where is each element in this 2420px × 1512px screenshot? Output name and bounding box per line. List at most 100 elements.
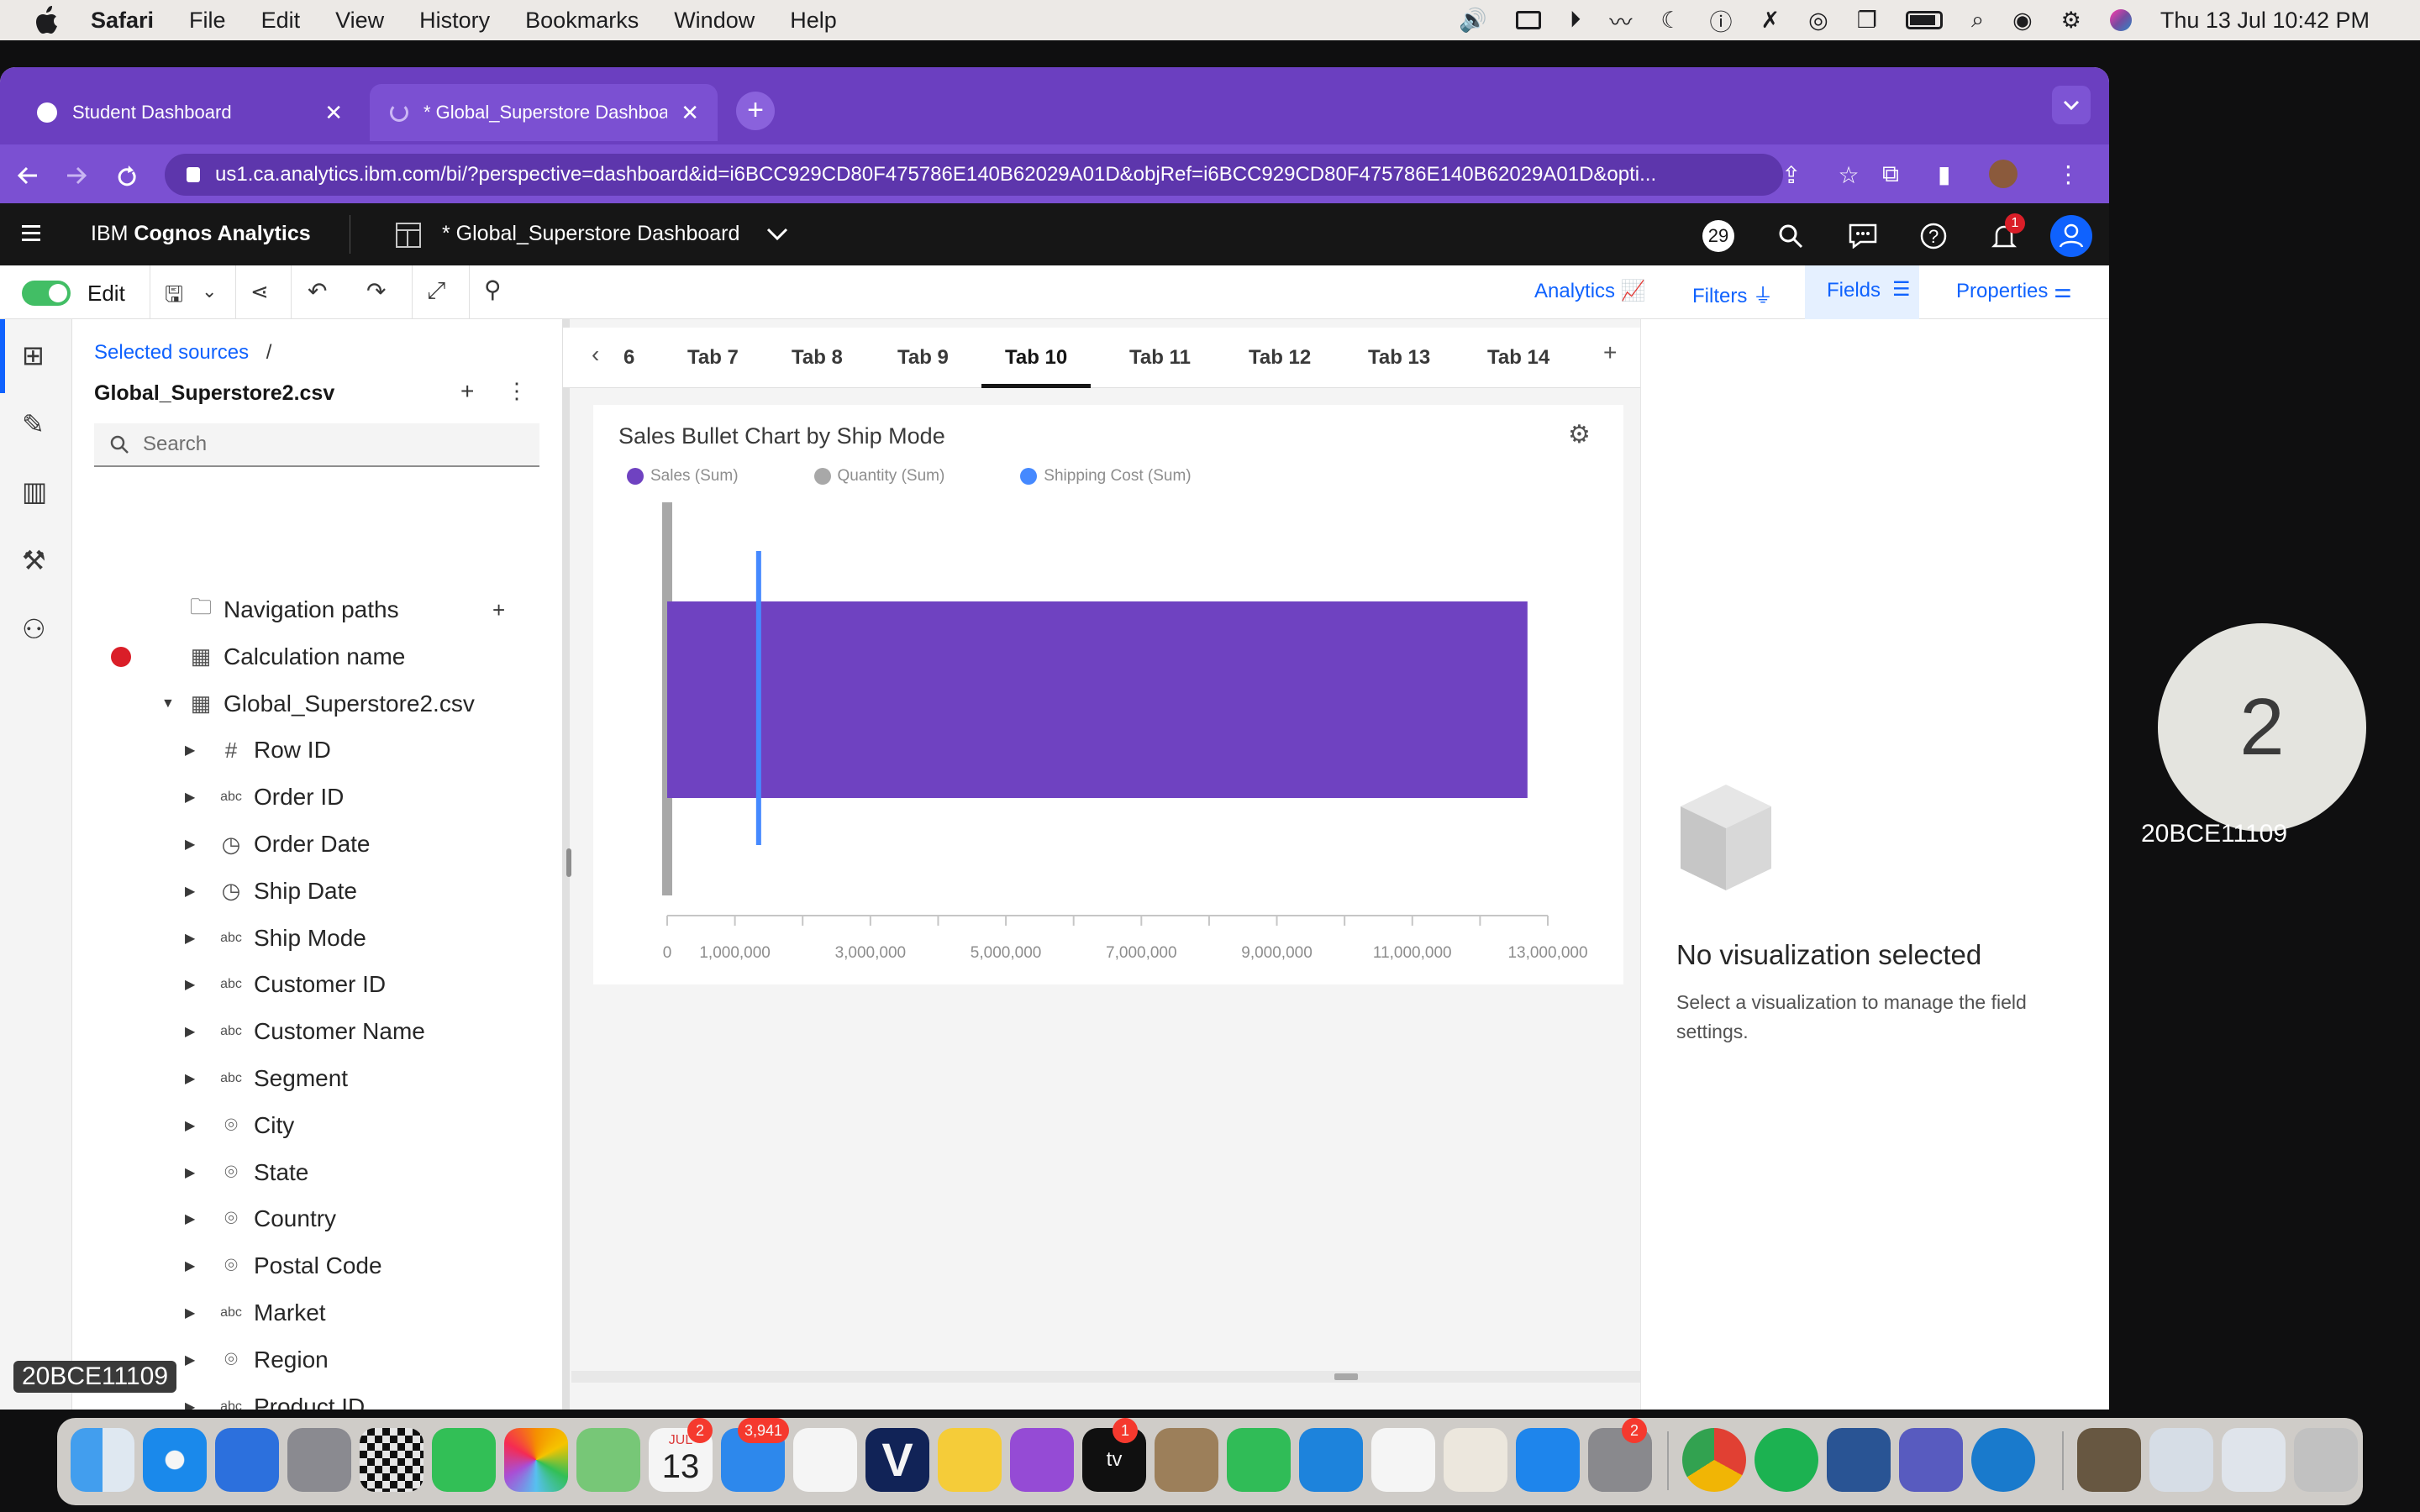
- trash-icon[interactable]: [2294, 1428, 2358, 1492]
- reminders-icon[interactable]: [793, 1428, 857, 1492]
- visualizations-icon[interactable]: ▥: [22, 475, 47, 507]
- spotify-icon[interactable]: [1754, 1428, 1818, 1492]
- pages-icon[interactable]: [1444, 1428, 1507, 1492]
- volume-icon[interactable]: 🔊: [1459, 7, 1487, 34]
- product-title[interactable]: IBM Cognos Analytics: [91, 222, 311, 246]
- menu-app-name[interactable]: Safari: [91, 8, 154, 34]
- play-icon[interactable]: ⏵: [1570, 7, 1581, 34]
- clock[interactable]: Thu 13 Jul 10:42 PM: [2160, 8, 2370, 34]
- tree-item[interactable]: ▦ Calculation name: [72, 633, 563, 680]
- caret-right-icon[interactable]: ▶: [185, 976, 195, 993]
- caret-right-icon[interactable]: ▶: [185, 789, 195, 806]
- user-icon[interactable]: ◉: [2012, 8, 2033, 34]
- fullscreen-icon[interactable]: ⤢: [427, 277, 445, 305]
- overflow-menu-icon[interactable]: ⋮: [506, 378, 528, 404]
- bookmark-star-icon[interactable]: ☆: [1838, 161, 1859, 189]
- tree-item[interactable]: ▶ ◷ Ship Date: [72, 868, 563, 915]
- caret-right-icon[interactable]: ▶: [185, 883, 195, 900]
- legend-item[interactable]: Shipping Cost (Sum): [1020, 464, 1192, 489]
- facetime-icon[interactable]: [1227, 1428, 1291, 1492]
- search-input[interactable]: Search: [94, 423, 539, 467]
- keynote-icon[interactable]: [1299, 1428, 1363, 1492]
- settings-icon[interactable]: ⚙: [1568, 420, 1591, 449]
- caret-right-icon[interactable]: ▶: [185, 1023, 195, 1040]
- close-icon[interactable]: ✕: [324, 100, 343, 126]
- caret-right-icon[interactable]: ▶: [185, 1399, 195, 1410]
- caret-right-icon[interactable]: ▶: [185, 1210, 195, 1227]
- maps-icon[interactable]: [576, 1428, 640, 1492]
- share-icon[interactable]: ⋖: [250, 279, 269, 305]
- vpn-icon[interactable]: V: [865, 1428, 929, 1492]
- windows-icon[interactable]: ❐: [1857, 8, 1877, 34]
- tree-item[interactable]: ▶ ◷ Order Date: [72, 821, 563, 868]
- chevron-down-icon[interactable]: [765, 225, 790, 244]
- caret-down-icon[interactable]: ▼: [161, 696, 175, 711]
- hamburger-icon[interactable]: [22, 223, 44, 244]
- accessibility-icon[interactable]: ⓘ: [1710, 4, 1733, 37]
- sources-icon[interactable]: ⊞: [22, 339, 45, 371]
- assistant-icon[interactable]: ⚇: [22, 613, 46, 645]
- caret-right-icon[interactable]: ▶: [185, 1117, 195, 1134]
- activity-icon[interactable]: 〰: [1609, 4, 1632, 37]
- dashboard-tab[interactable]: Tab 13: [1368, 328, 1430, 388]
- search-icon[interactable]: [1778, 223, 1803, 249]
- finder-icon[interactable]: [71, 1428, 134, 1492]
- screenshot-thumb-icon[interactable]: [2222, 1428, 2286, 1492]
- tree-item[interactable]: ▶ # Row ID: [72, 727, 563, 774]
- bluetooth-icon[interactable]: ✗: [1761, 8, 1781, 34]
- safari-icon[interactable]: [143, 1428, 207, 1492]
- siri-icon[interactable]: [2109, 9, 2132, 31]
- profile-avatar[interactable]: [1989, 160, 2018, 188]
- caret-right-icon[interactable]: ▶: [185, 1305, 195, 1321]
- analytics-button[interactable]: Analytics 📈: [1534, 279, 1646, 303]
- document-title[interactable]: * Global_Superstore Dashboard: [442, 222, 739, 246]
- menu-history[interactable]: History: [419, 8, 490, 34]
- messages-icon[interactable]: [432, 1428, 496, 1492]
- word-icon[interactable]: [1827, 1428, 1891, 1492]
- control-center-icon[interactable]: ⚙: [2061, 8, 2081, 34]
- caret-right-icon[interactable]: ▶: [185, 1164, 195, 1181]
- save-icon[interactable]: 🖫: [165, 279, 183, 316]
- tab-list-button[interactable]: [2052, 86, 2091, 124]
- chevron-down-icon[interactable]: ⌄: [202, 281, 217, 302]
- caret-right-icon[interactable]: ▶: [185, 1070, 195, 1087]
- chevron-left-icon[interactable]: ‹: [592, 341, 599, 368]
- tree-item[interactable]: ▶ abc Order ID: [72, 774, 563, 821]
- pin-icon[interactable]: ✎: [22, 408, 45, 440]
- dashboard-tab[interactable]: Tab 11: [1129, 328, 1191, 388]
- chart-widget[interactable]: Sales Bullet Chart by Ship Mode ⚙ Sales …: [593, 405, 1623, 984]
- user-avatar[interactable]: [2050, 215, 2092, 257]
- caret-right-icon[interactable]: ▶: [185, 1352, 195, 1368]
- fields-button[interactable]: Fields ☰: [1805, 265, 1919, 319]
- tree-item[interactable]: ▶ ⌾ Postal Code: [72, 1242, 563, 1289]
- caret-right-icon[interactable]: ▶: [185, 1257, 195, 1274]
- tree-item[interactable]: ▶ abc Market: [72, 1289, 563, 1336]
- tree-item[interactable]: ▶ abc Segment: [72, 1055, 563, 1102]
- menu-help[interactable]: Help: [790, 8, 837, 34]
- chrome-icon[interactable]: [1682, 1428, 1746, 1492]
- caret-right-icon[interactable]: ▶: [185, 742, 195, 759]
- add-icon[interactable]: +: [460, 378, 474, 405]
- share-icon[interactable]: ⇪: [1781, 161, 1801, 189]
- widgets-icon[interactable]: ⚒: [22, 544, 46, 576]
- spotlight-icon[interactable]: ⌕: [1971, 7, 1984, 34]
- connection-icon[interactable]: ⚲: [484, 276, 502, 303]
- dashboard-tab[interactable]: Tab 14: [1487, 328, 1549, 388]
- app-store-icon[interactable]: [1516, 1428, 1580, 1492]
- tree-item[interactable]: ▼ ▦ Global_Superstore2.csv: [72, 680, 563, 727]
- dashboard-tab[interactable]: Tab 9: [897, 328, 949, 388]
- menu-window[interactable]: Window: [674, 8, 755, 34]
- display-icon[interactable]: [1515, 11, 1541, 29]
- dashboard-tab[interactable]: 6: [623, 328, 634, 388]
- tree-item[interactable]: ▶ ⌾ State: [72, 1149, 563, 1196]
- edit-toggle[interactable]: [22, 281, 71, 306]
- podcasts-icon[interactable]: [1010, 1428, 1074, 1492]
- help-icon[interactable]: ?: [1919, 222, 1948, 250]
- quicktime-icon[interactable]: [1971, 1428, 2035, 1492]
- browser-tab-dashboard[interactable]: * Global_Superstore Dashboa ✕: [370, 84, 718, 141]
- counter-badge[interactable]: 29: [1702, 220, 1734, 252]
- recent-item-icon[interactable]: [2077, 1428, 2141, 1492]
- caret-right-icon[interactable]: ▶: [185, 930, 195, 947]
- legend-item[interactable]: Quantity (Sum): [813, 464, 944, 489]
- panel-resize-handle[interactable]: [566, 848, 571, 877]
